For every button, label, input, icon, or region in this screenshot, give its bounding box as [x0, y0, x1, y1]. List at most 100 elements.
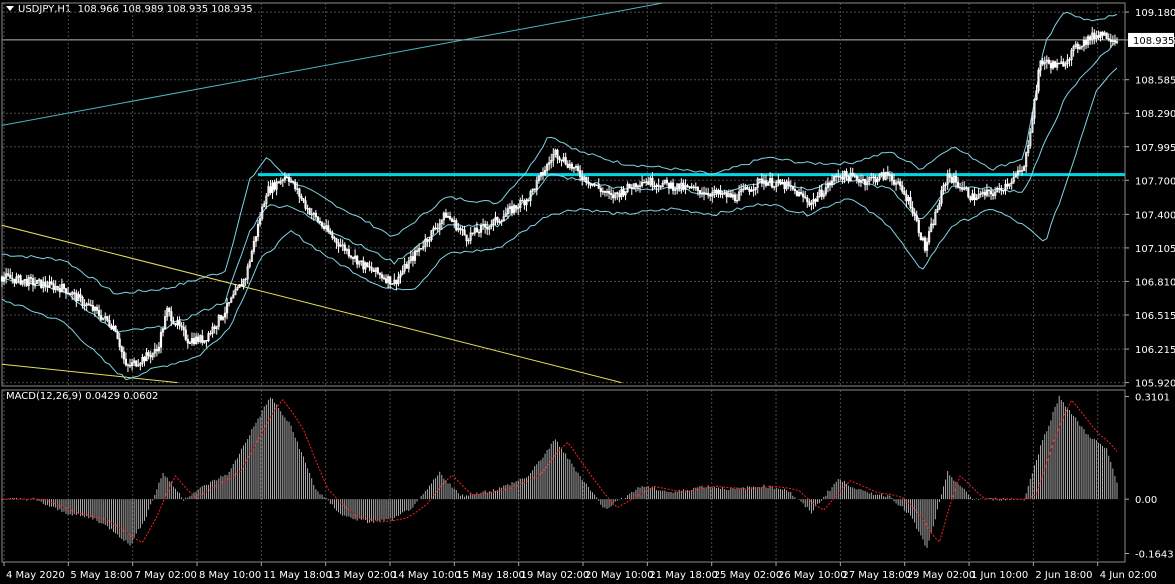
- candle-body: [851, 172, 854, 177]
- candle-body: [384, 278, 388, 283]
- candle-body: [806, 197, 809, 203]
- candle-body: [44, 281, 47, 287]
- candle-body: [853, 175, 856, 177]
- upper-band: [1, 11, 1118, 295]
- candle-body: [1076, 43, 1079, 49]
- candle-body: [29, 277, 33, 279]
- candle-body: [915, 215, 918, 221]
- candle-body: [11, 278, 14, 280]
- candle-body: [327, 225, 330, 232]
- channel-line: [2, 3, 663, 126]
- candle-body: [459, 227, 462, 230]
- candle-body: [956, 181, 960, 188]
- candle-body: [368, 266, 371, 268]
- candle-body: [882, 172, 885, 180]
- candle-body: [622, 189, 625, 196]
- candle-body: [799, 191, 803, 195]
- candle-body: [886, 171, 889, 176]
- candle-body: [1109, 39, 1112, 42]
- candle-body: [702, 192, 706, 195]
- candle-body: [1047, 59, 1050, 64]
- candle-body: [919, 232, 922, 241]
- candle-body: [95, 306, 99, 311]
- candle-body: [269, 186, 272, 193]
- candle-body: [1105, 32, 1108, 39]
- candle-body: [911, 207, 914, 214]
- candle-body: [719, 189, 722, 195]
- candle-body: [558, 157, 561, 161]
- candle-body: [298, 188, 301, 197]
- candle-body: [50, 281, 53, 285]
- candle-body: [1107, 38, 1110, 40]
- candle-body: [285, 176, 289, 179]
- candle-body: [855, 175, 858, 180]
- x-tick-label: 20 May 10:00: [585, 570, 654, 581]
- trend-lines[interactable]: [0, 3, 1125, 384]
- candle-body: [533, 188, 536, 191]
- candle-body: [564, 157, 567, 165]
- candle-body: [760, 178, 763, 184]
- candle-body: [688, 186, 691, 189]
- candle-body: [779, 179, 782, 185]
- candle-body: [998, 188, 1001, 190]
- candle-body: [376, 267, 379, 274]
- x-tick-label: 8 May 10:00: [199, 570, 261, 581]
- candle-body: [863, 179, 867, 185]
- y-tick-label: 107.105: [1135, 244, 1175, 255]
- x-tick-label: 26 May 10:00: [778, 570, 847, 581]
- candle-body: [73, 292, 76, 294]
- x-tick-label: 25 May 02:00: [714, 570, 783, 581]
- candle-body: [969, 196, 972, 201]
- candle-body: [46, 285, 49, 288]
- candle-body: [100, 315, 103, 320]
- candle-body: [678, 183, 681, 190]
- candle-body: [634, 183, 637, 188]
- candle-body: [149, 355, 152, 358]
- candle-body: [329, 231, 332, 235]
- candle-body: [686, 185, 689, 187]
- yellow-trendline-lower: [2, 363, 178, 384]
- candle-body: [120, 346, 123, 353]
- price-axis[interactable]: 109.180 108.935 108.585 108.290 107.995 107.7…: [1125, 8, 1175, 560]
- candle-body: [108, 320, 111, 327]
- candle-body: [294, 181, 297, 190]
- candle-body: [746, 186, 749, 190]
- candle-body: [19, 275, 22, 285]
- candle-body: [510, 206, 514, 214]
- candle-body: [808, 201, 811, 206]
- candle-body: [671, 182, 675, 191]
- candle-body: [434, 227, 437, 230]
- middle-band: [1, 41, 1118, 334]
- candle-body: [380, 274, 384, 279]
- candle-body: [789, 185, 792, 187]
- candle-body: [682, 182, 685, 190]
- x-tick-label: 5 May 18:00: [70, 570, 132, 581]
- candle-body: [178, 320, 181, 327]
- y-tick-label: 107.700: [1135, 176, 1175, 187]
- candle-body: [607, 191, 611, 194]
- candle-body: [382, 277, 386, 279]
- macd-tick-label: 0.3101: [1135, 393, 1170, 404]
- candle-body: [905, 194, 908, 202]
- candle-body: [612, 194, 615, 199]
- candle-body: [515, 205, 518, 209]
- candle-body: [630, 187, 633, 189]
- candle-body: [378, 272, 381, 276]
- candle-body: [9, 274, 12, 279]
- candle-body: [106, 316, 109, 321]
- x-tick-label: 27 May 18:00: [842, 570, 911, 581]
- bollinger-bands: [1, 11, 1118, 381]
- lower-band: [1, 67, 1118, 381]
- candle-body: [647, 181, 650, 185]
- candle-body: [1041, 60, 1044, 65]
- trendline-group: [2, 3, 1125, 384]
- price-chart[interactable]: 109.180 108.935 108.585 108.290 107.995 107.7…: [0, 0, 1175, 584]
- candle-body: [89, 304, 92, 307]
- candle-body: [116, 331, 119, 340]
- candle-body: [477, 231, 481, 234]
- candle-body: [857, 179, 860, 183]
- time-axis[interactable]: 4 May 2020 5 May 18:00 7 May 02:00 8 May 10…: [3, 562, 1157, 581]
- candle-body: [899, 181, 902, 186]
- candle-body: [958, 187, 962, 189]
- candle-body: [415, 250, 419, 252]
